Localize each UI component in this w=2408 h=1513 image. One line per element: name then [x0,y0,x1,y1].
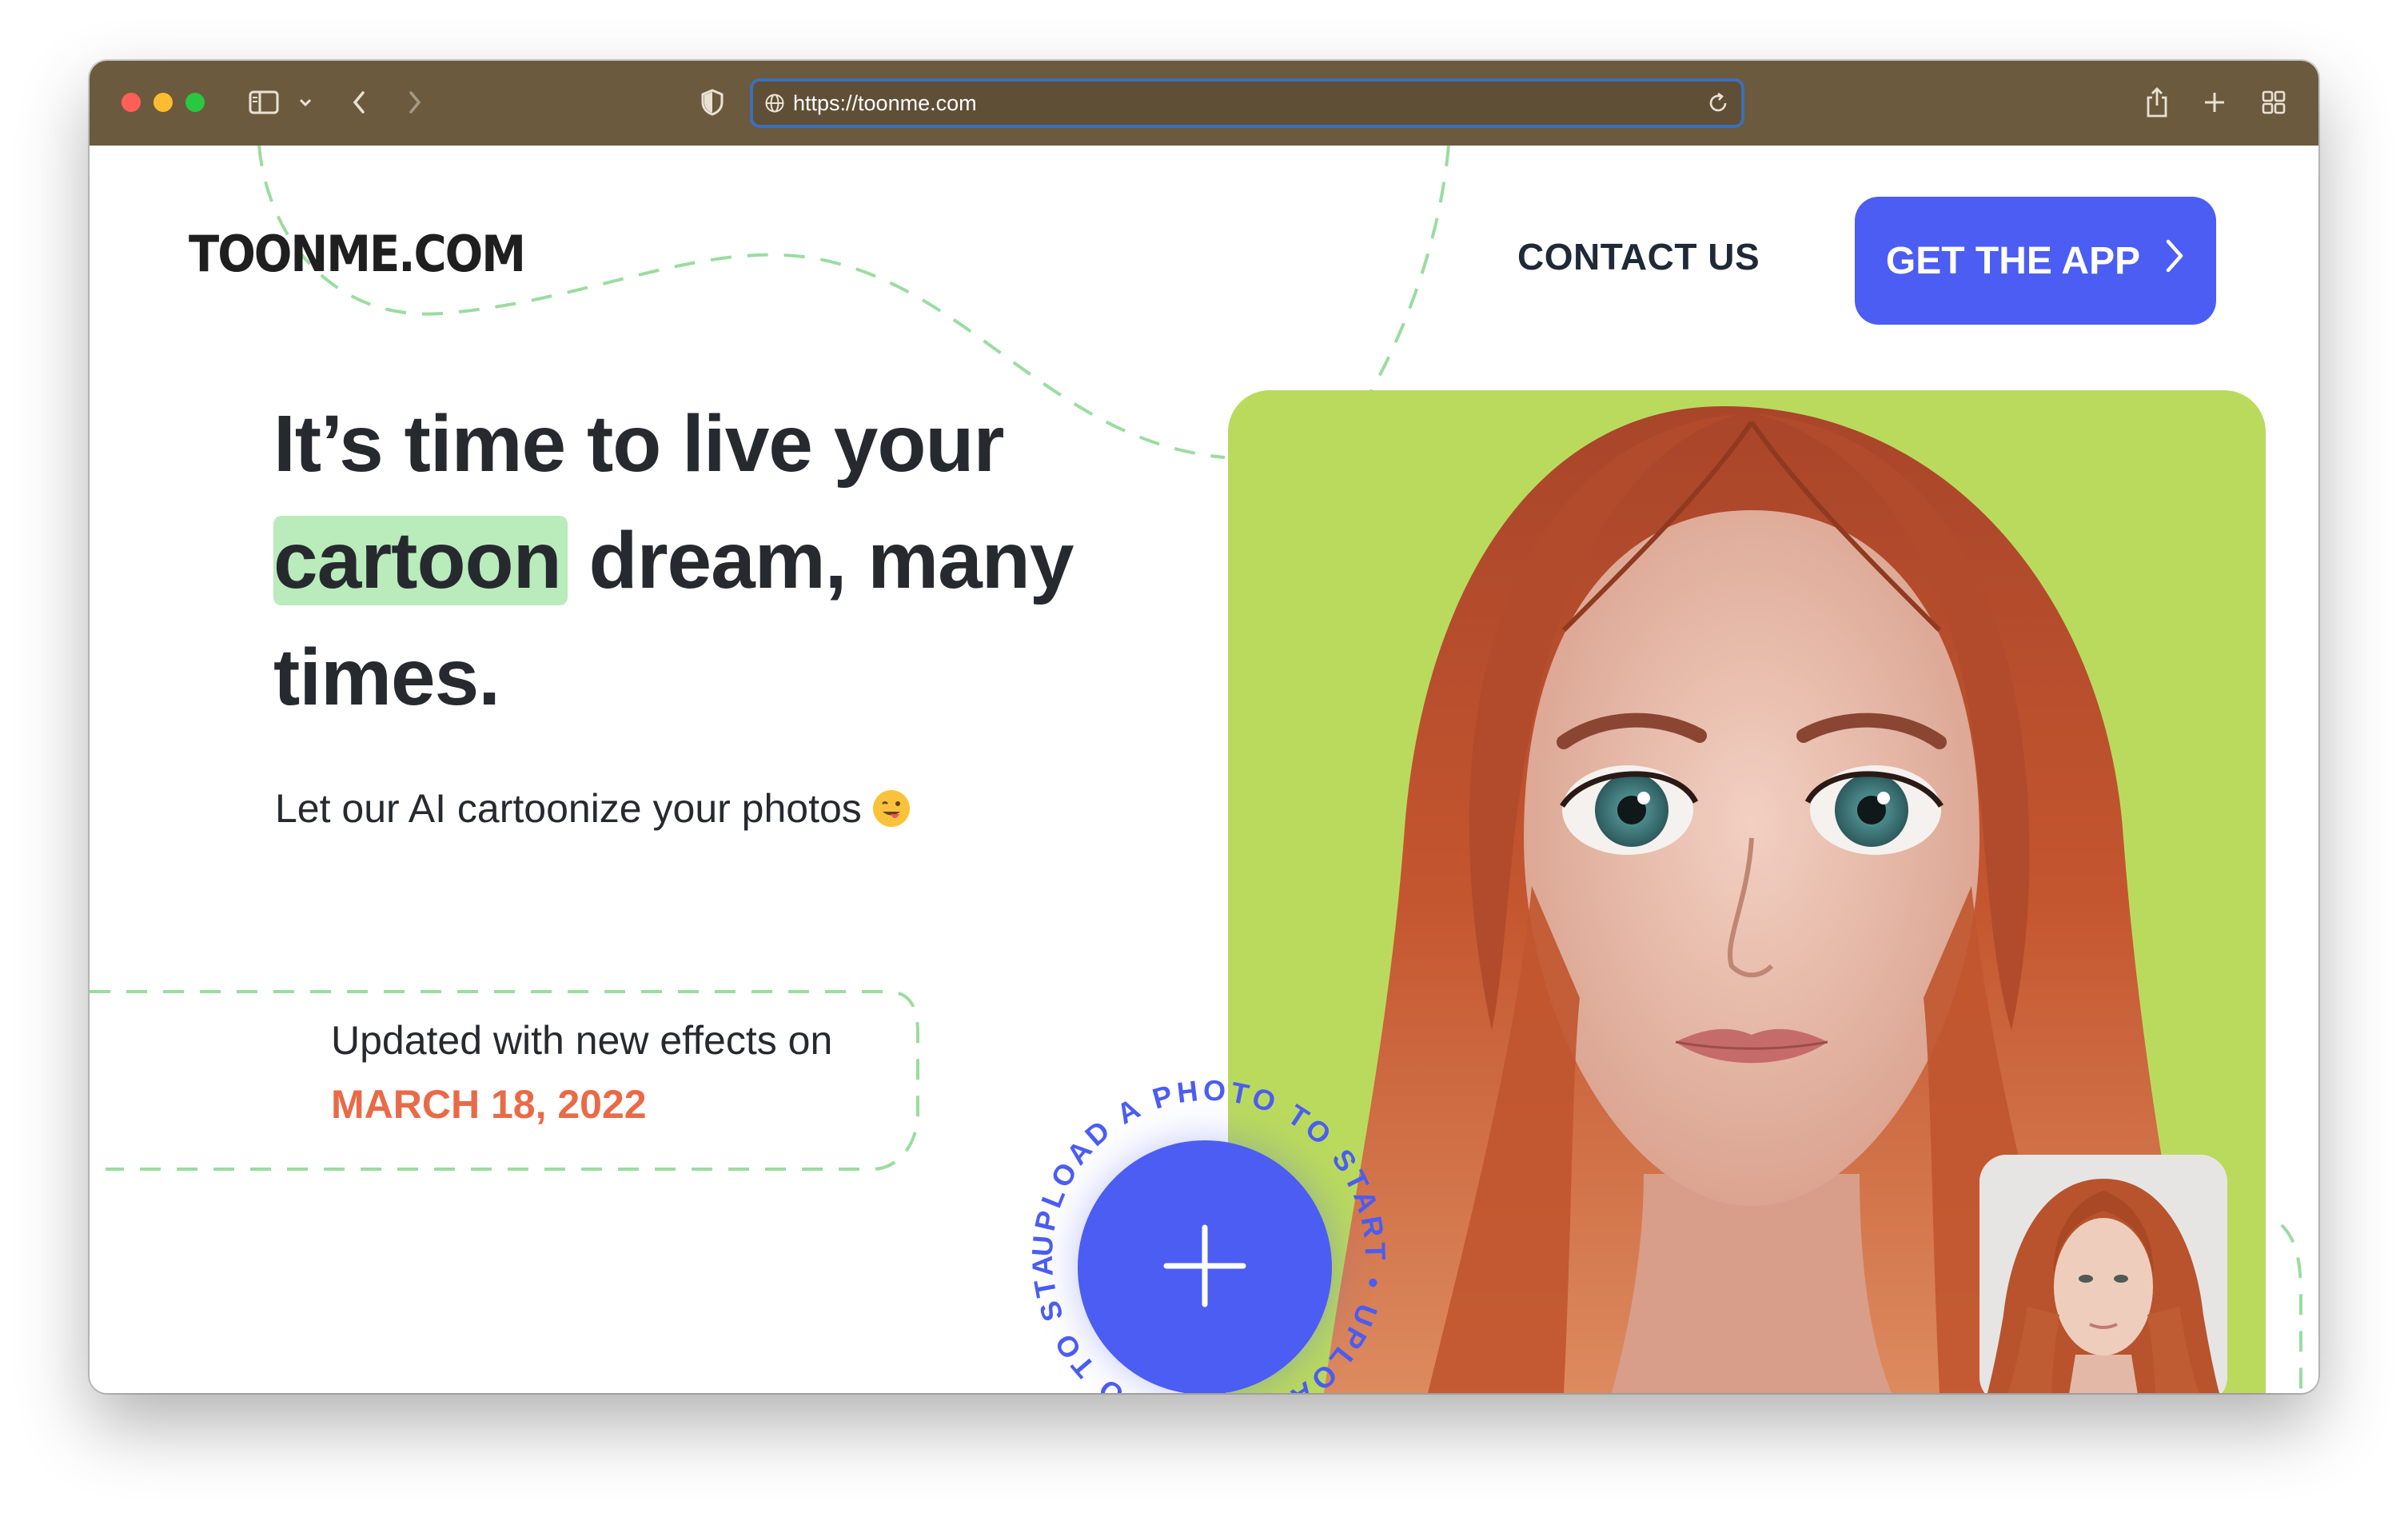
get-the-app-button[interactable]: GET THE APP [1855,197,2216,325]
update-label: Updated with new effects on [331,1018,833,1063]
winking-tongue-emoji-icon [872,790,910,827]
contact-us-link[interactable]: CONTACT US [1517,235,1760,278]
hero-headline: It’s time to live your cartoon dream, ma… [273,385,1233,736]
zoom-window-button[interactable] [185,93,205,112]
close-window-button[interactable] [122,93,141,112]
privacy-shield-icon[interactable] [699,83,726,122]
address-url: https://toonme.com [793,91,977,115]
hero-subtitle-text: Let our AI cartoonize your photos [275,786,862,831]
tab-overview-icon[interactable] [2259,83,2288,122]
headline-line-2: cartoon dream, many [273,502,1233,619]
chevron-right-icon [2164,238,2185,283]
headline-highlight: cartoon [273,516,568,605]
browser-window: https://toonme.com TOONME.COM CONTACT US… [90,61,2318,1393]
back-icon[interactable] [345,83,373,122]
browser-toolbar: https://toonme.com [90,61,2318,147]
toonme-page: TOONME.COM CONTACT US GET THE APP It’s t… [90,146,2318,1393]
upload-photo-button[interactable] [1078,1140,1332,1393]
globe-icon [764,93,785,117]
original-photo-thumbnail[interactable] [1979,1155,2227,1393]
headline-line-3: times. [273,633,500,722]
minimize-window-button[interactable] [153,93,173,112]
forward-icon[interactable] [401,83,429,122]
address-bar[interactable]: https://toonme.com [750,78,1744,128]
update-date: MARCH 18, 2022 [331,1082,647,1127]
sidebar-toggle-icon[interactable] [246,83,281,122]
plus-icon [1163,1224,1246,1311]
hero-subtitle: Let our AI cartoonize your photos [275,785,910,832]
site-logo[interactable]: TOONME.COM [189,226,526,284]
share-icon[interactable] [2141,83,2173,122]
reload-icon[interactable] [1706,91,1730,118]
get-the-app-label: GET THE APP [1885,239,2141,282]
headline-line-1: It’s time to live your [273,399,1004,489]
headline-line-2-rest: dream, many [567,516,1074,605]
chevron-down-icon[interactable] [296,83,315,122]
new-tab-icon[interactable] [2200,83,2229,122]
